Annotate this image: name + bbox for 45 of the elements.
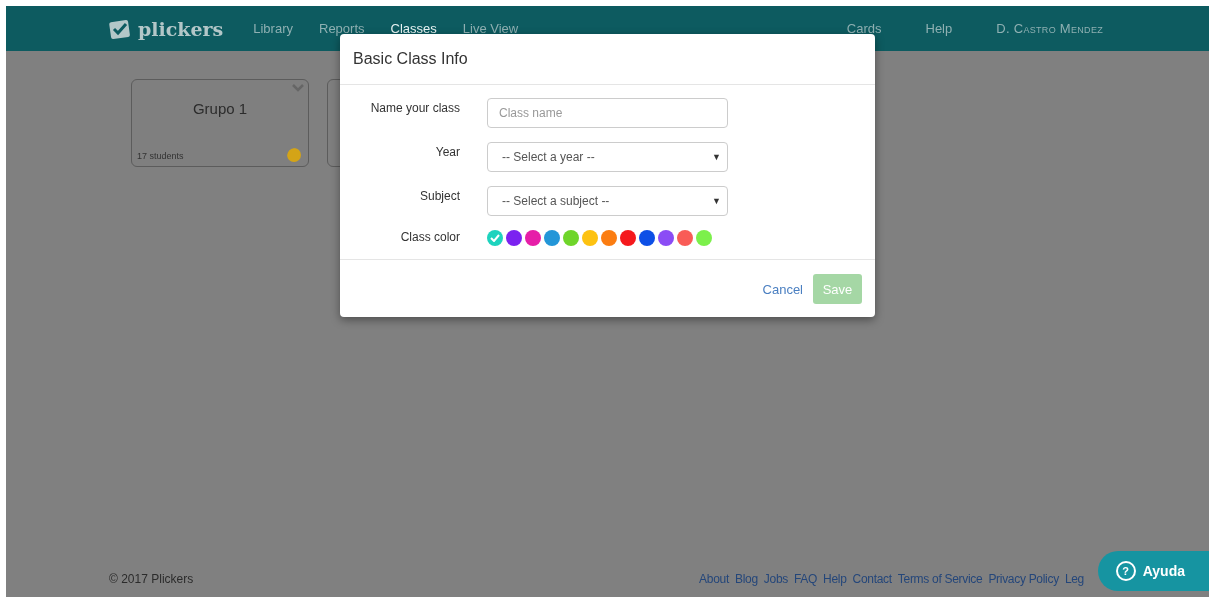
help-button[interactable]: ? Ayuda	[1097, 551, 1209, 591]
color-swatch[interactable]	[544, 230, 560, 246]
nav-link[interactable]: Library	[253, 21, 293, 36]
footer-link[interactable]: Blog	[735, 572, 758, 586]
color-swatch[interactable]	[620, 230, 636, 246]
footer-link[interactable]: Terms of Service	[897, 572, 983, 586]
color-swatch[interactable]	[563, 230, 579, 246]
color-swatch[interactable]	[506, 230, 522, 246]
field-label: Class color	[399, 230, 460, 244]
footer-link[interactable]: About	[699, 572, 729, 586]
modal-title: Basic Class Info	[340, 34, 875, 85]
nav-link[interactable]: Reports	[319, 21, 365, 36]
footer-link[interactable]: Contact	[852, 572, 892, 586]
footer-link[interactable]: FAQ	[793, 572, 818, 586]
nav-link[interactable]: Help	[925, 21, 953, 36]
class-name: Grupo 1	[191, 100, 249, 117]
footer-link[interactable]: Help	[823, 572, 847, 586]
select-dropdown[interactable]: -- Select a subject -- ▼	[487, 186, 728, 216]
copyright-text: © 2017 Plickers	[109, 572, 195, 586]
nav-link[interactable]: Classes	[390, 21, 437, 36]
field-label: Name your class	[369, 100, 460, 115]
color-swatch[interactable]	[658, 230, 674, 246]
student-count: 17 students	[137, 151, 184, 161]
nav-link[interactable]: Cards	[846, 21, 882, 36]
footer-link[interactable]: Privacy Policy	[988, 572, 1059, 586]
footer-link[interactable]: Leg	[1064, 572, 1084, 586]
check-icon	[490, 234, 500, 242]
cancel-button[interactable]: Cancel	[762, 281, 803, 297]
selected-color-swatch[interactable]	[487, 230, 503, 246]
logo-icon	[108, 17, 132, 40]
field-label: Subject	[418, 188, 460, 203]
class-name-field[interactable]: Class name	[487, 98, 728, 128]
color-swatch[interactable]	[582, 230, 598, 246]
user-menu[interactable]: D. Castro Mendez	[996, 21, 1103, 36]
color-swatch[interactable]	[639, 230, 655, 246]
select-dropdown[interactable]: -- Select a year -- ▼	[487, 142, 728, 172]
nav-link[interactable]: Live View	[462, 21, 519, 36]
color-swatch[interactable]	[601, 230, 617, 246]
field-label: Year	[434, 144, 460, 159]
color-swatch[interactable]	[677, 230, 693, 246]
color-swatch[interactable]	[696, 230, 712, 246]
color-swatch[interactable]	[525, 230, 541, 246]
footer-link[interactable]: Jobs	[763, 572, 788, 586]
logo-text: plickers	[138, 17, 224, 40]
class-card[interactable]: Grupo 1 17 students	[131, 79, 309, 167]
